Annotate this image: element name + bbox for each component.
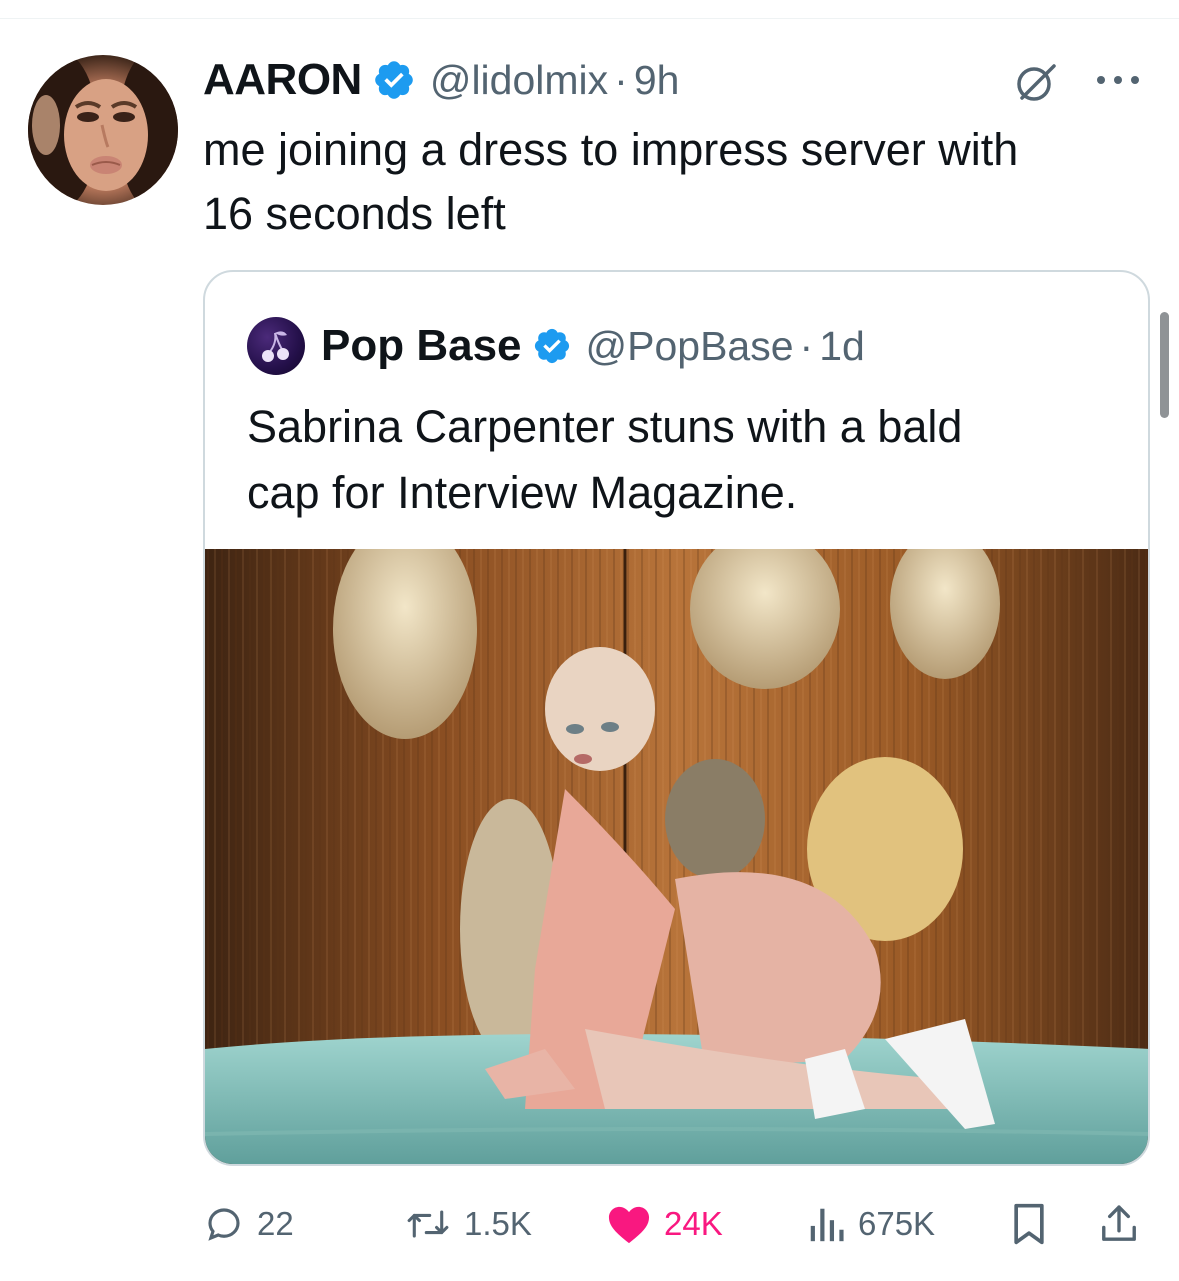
scrollbar[interactable] bbox=[1160, 312, 1169, 418]
bookmark-icon bbox=[1014, 1203, 1044, 1245]
tweet-text-line: me joining a dress to impress server wit… bbox=[203, 124, 1019, 175]
quote-display-name[interactable]: Pop Base bbox=[321, 321, 522, 371]
separator-dot: · bbox=[614, 56, 628, 103]
view-count: 675K bbox=[858, 1205, 936, 1242]
bookmark-button[interactable] bbox=[1010, 1196, 1048, 1252]
reply-button[interactable]: 22 bbox=[203, 1196, 294, 1252]
like-button[interactable]: 24K bbox=[606, 1196, 723, 1252]
repost-count: 1.5K bbox=[464, 1205, 532, 1242]
more-icon[interactable] bbox=[1093, 68, 1143, 92]
verified-badge-icon bbox=[534, 328, 569, 364]
repost-icon bbox=[407, 1210, 449, 1238]
tweet-header: AARON @lidolmix · 9h bbox=[203, 52, 679, 108]
reply-count: 22 bbox=[257, 1205, 294, 1242]
tweet-text-line: 16 seconds left bbox=[203, 188, 506, 239]
like-count: 24K bbox=[664, 1205, 723, 1242]
cherry-icon bbox=[262, 331, 289, 362]
tweet-text: me joining a dress to impress server wit… bbox=[203, 118, 1163, 246]
author-display-name[interactable]: AARON bbox=[203, 55, 362, 105]
author-handle[interactable]: @lidolmix bbox=[430, 57, 608, 104]
share-button[interactable] bbox=[1098, 1196, 1140, 1252]
heart-icon bbox=[608, 1206, 650, 1244]
quote-time[interactable]: 1d bbox=[819, 323, 865, 370]
views-icon bbox=[810, 1208, 844, 1242]
action-bar: 22 1.5K 24K 675K bbox=[0, 1196, 1179, 1252]
verified-badge-icon bbox=[375, 61, 413, 99]
views-button[interactable]: 675K bbox=[806, 1196, 935, 1252]
quote-photo[interactable] bbox=[205, 549, 1148, 1164]
top-divider bbox=[0, 18, 1179, 19]
quote-handle[interactable]: @PopBase bbox=[586, 323, 794, 370]
quote-text: Sabrina Carpenter stuns with a bald cap … bbox=[247, 394, 1117, 526]
quoted-tweet-card[interactable]: Pop Base @PopBase · 1d Sabrina Carpenter… bbox=[203, 270, 1150, 1166]
author-avatar[interactable] bbox=[28, 55, 178, 205]
quote-text-line: Sabrina Carpenter stuns with a bald bbox=[247, 401, 963, 452]
share-icon bbox=[1102, 1205, 1136, 1241]
reply-icon bbox=[208, 1208, 240, 1241]
tweet-time[interactable]: 9h bbox=[634, 57, 680, 104]
quote-avatar[interactable] bbox=[247, 317, 305, 375]
quote-header: Pop Base @PopBase · 1d bbox=[247, 317, 865, 375]
quote-text-line: cap for Interview Magazine. bbox=[247, 467, 798, 518]
separator-dot: · bbox=[799, 322, 814, 369]
repost-button[interactable]: 1.5K bbox=[404, 1196, 532, 1252]
grok-icon[interactable] bbox=[1014, 60, 1058, 104]
